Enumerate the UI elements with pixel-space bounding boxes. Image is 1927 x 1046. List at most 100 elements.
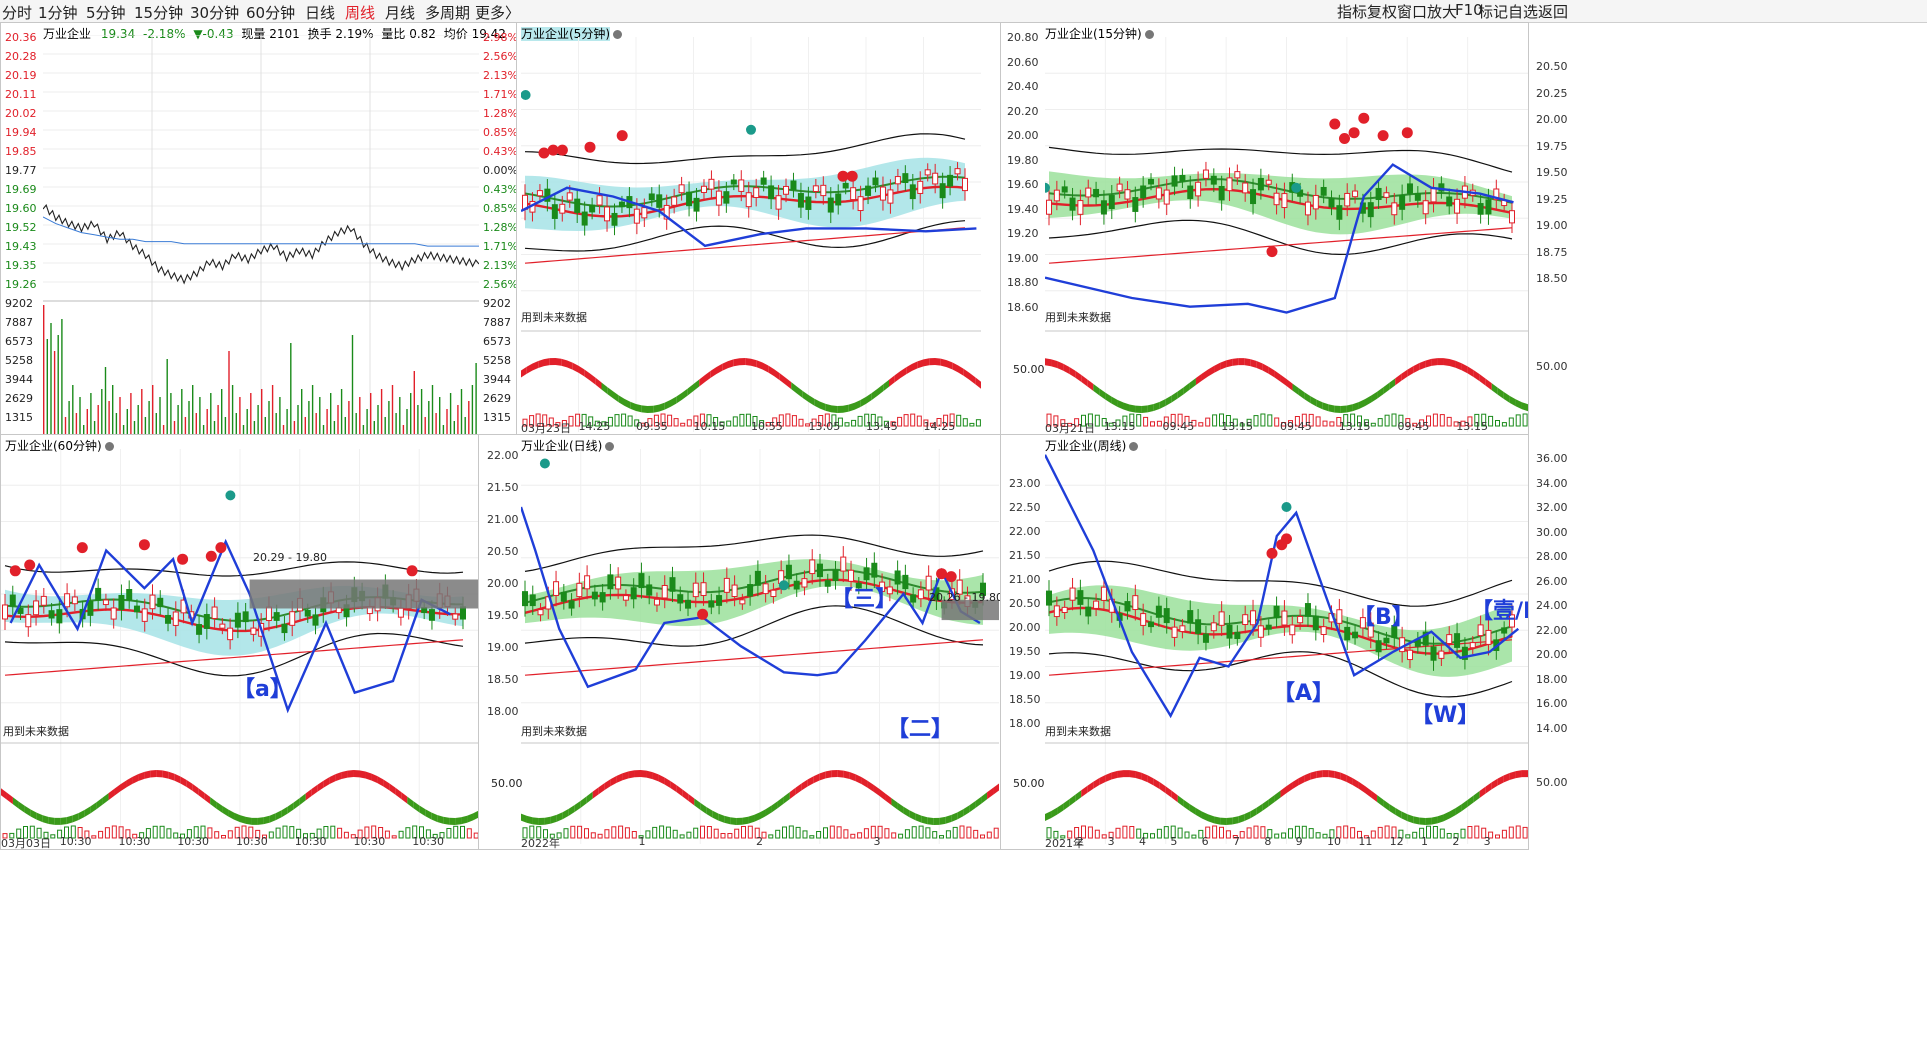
volume-bar bbox=[152, 385, 154, 435]
macd-wave bbox=[866, 393, 872, 404]
macd-wave bbox=[228, 809, 235, 820]
panel-week[interactable]: 万业企业(周线) 23.00 22.50 22.00 21.50 21.00 20.50 2… bbox=[1000, 434, 1529, 850]
volume-bar bbox=[435, 413, 437, 435]
candle-body bbox=[1148, 178, 1155, 185]
tab-60min[interactable]: 60分钟 bbox=[246, 2, 295, 23]
chart-week[interactable] bbox=[1045, 449, 1528, 847]
volume-bar bbox=[253, 421, 256, 435]
time-tick-label: 09:45 bbox=[1162, 420, 1195, 433]
macd-wave bbox=[795, 783, 802, 795]
candle-body bbox=[1234, 171, 1241, 179]
macd-wave bbox=[1226, 817, 1233, 825]
macd-wave bbox=[365, 771, 372, 781]
tab-more[interactable]: 更多〉 bbox=[475, 2, 520, 23]
tab-1min[interactable]: 1分钟 bbox=[38, 2, 78, 23]
macd-wave bbox=[917, 359, 924, 369]
tab-5min[interactable]: 5分钟 bbox=[86, 2, 126, 23]
pct-tick-label: 0.85% bbox=[483, 126, 518, 139]
candle-body bbox=[708, 600, 715, 608]
chart-5min[interactable] bbox=[521, 37, 981, 432]
mark-button[interactable]: 标记 bbox=[1478, 1, 1508, 22]
zoom-button[interactable]: 放大 bbox=[1427, 1, 1457, 22]
price-tick-label: 19.77 bbox=[5, 164, 37, 177]
volume-bar bbox=[293, 421, 296, 435]
price-tick-label: 21.50 bbox=[487, 481, 519, 494]
volume-bar bbox=[340, 389, 343, 435]
macd-wave bbox=[724, 815, 731, 825]
tab-multi-period[interactable]: 多周期 bbox=[425, 2, 470, 23]
macd-wave bbox=[1214, 816, 1221, 825]
volume-bar bbox=[857, 832, 863, 839]
indicator-button[interactable]: 指标 bbox=[1337, 1, 1367, 22]
macd-wave bbox=[1286, 379, 1293, 391]
restore-rights-button[interactable]: 复权 bbox=[1367, 1, 1397, 22]
tab-15min[interactable]: 15分钟 bbox=[134, 2, 183, 23]
macd-wave bbox=[843, 404, 849, 413]
chart-60min[interactable] bbox=[1, 449, 479, 847]
volume-bar bbox=[798, 418, 804, 427]
macd-wave bbox=[636, 403, 642, 413]
volume-bar bbox=[1495, 834, 1500, 839]
tab-30min[interactable]: 30分钟 bbox=[190, 2, 239, 23]
candle-body bbox=[141, 608, 148, 622]
macd-wave bbox=[664, 399, 671, 410]
volume-bar bbox=[1184, 831, 1190, 839]
candle-body bbox=[87, 600, 94, 616]
macd-wave bbox=[102, 793, 109, 805]
macd-wave bbox=[628, 770, 635, 779]
candle-body bbox=[671, 196, 678, 206]
volume-bar bbox=[1301, 825, 1307, 839]
back-button[interactable]: 返回 bbox=[1538, 1, 1568, 22]
intraday-panel[interactable]: 万业企业 19.34 -2.18% ▼-0.43 现量 2101 换手 2.19… bbox=[0, 22, 518, 436]
price-range-label: 20.26 - 19.80 bbox=[929, 591, 1002, 604]
candle-body bbox=[1320, 186, 1327, 196]
time-tick-label: 10:15 bbox=[693, 420, 726, 433]
macd-wave bbox=[1093, 383, 1100, 396]
candle-body bbox=[785, 564, 792, 580]
candle-body bbox=[157, 597, 164, 608]
volume-bar bbox=[1198, 422, 1204, 427]
panel-5min[interactable]: 万业企业(5分钟) 用到未来数据 03月23日 14:25 09:35 10:15 10… bbox=[516, 22, 1002, 436]
macd-wave bbox=[748, 814, 755, 824]
candle-body bbox=[9, 594, 16, 607]
panel-day[interactable]: 万业企业(日线) 22.00 21.50 21.00 20.50 20.00 19.50 1… bbox=[478, 434, 1002, 850]
candle-body bbox=[1320, 626, 1327, 635]
candle-body bbox=[962, 177, 968, 192]
candle-body bbox=[768, 185, 775, 200]
chart-day[interactable] bbox=[521, 449, 999, 847]
candle-body bbox=[1257, 625, 1264, 638]
price-tick-label: 34.00 bbox=[1536, 476, 1568, 490]
tab-day[interactable]: 日线 bbox=[305, 2, 335, 23]
volume-bar bbox=[775, 829, 781, 839]
volume-bar bbox=[221, 835, 226, 839]
price-tick-label: 19.00 bbox=[1007, 251, 1039, 265]
volume-bar bbox=[785, 413, 791, 427]
candle-body bbox=[745, 192, 752, 208]
candle-body bbox=[835, 193, 842, 206]
tab-week[interactable]: 周线 bbox=[345, 2, 375, 23]
intraday-chart[interactable] bbox=[43, 35, 479, 435]
panel-15min[interactable]: 万业企业(15分钟) 20.80 20.60 20.40 20.20 20.00 19.8… bbox=[1000, 22, 1529, 436]
macd-wave bbox=[311, 784, 318, 796]
volume-bar bbox=[1212, 825, 1218, 839]
macd-wave bbox=[756, 360, 763, 370]
tab-fenshi[interactable]: 分时 bbox=[2, 2, 32, 23]
price-tick-label: 20.00 bbox=[1009, 621, 1041, 634]
candle-body bbox=[149, 594, 156, 610]
volume-bar bbox=[863, 828, 869, 839]
window-button[interactable]: 窗口 bbox=[1397, 1, 1427, 22]
candle-body bbox=[126, 589, 133, 601]
volume-bar bbox=[1460, 828, 1466, 839]
volume-bar bbox=[1467, 826, 1473, 839]
volume-bar bbox=[1246, 827, 1252, 839]
macd-wave bbox=[1503, 772, 1510, 783]
price-tick-label: 18.60 bbox=[1007, 300, 1039, 314]
chart-15min[interactable] bbox=[1045, 37, 1528, 432]
tab-month[interactable]: 月线 bbox=[385, 2, 415, 23]
candle-body bbox=[1171, 626, 1178, 638]
panel-60min[interactable]: 万业企业(60分钟) 用到未来数据 20.29 - 19.80 【a】 03月0… bbox=[0, 434, 480, 850]
watchlist-button[interactable]: 自选 bbox=[1508, 1, 1538, 22]
candle-body bbox=[1210, 622, 1217, 632]
macd-wave bbox=[751, 358, 757, 368]
price-tick-label: 19.25 bbox=[1536, 192, 1568, 206]
